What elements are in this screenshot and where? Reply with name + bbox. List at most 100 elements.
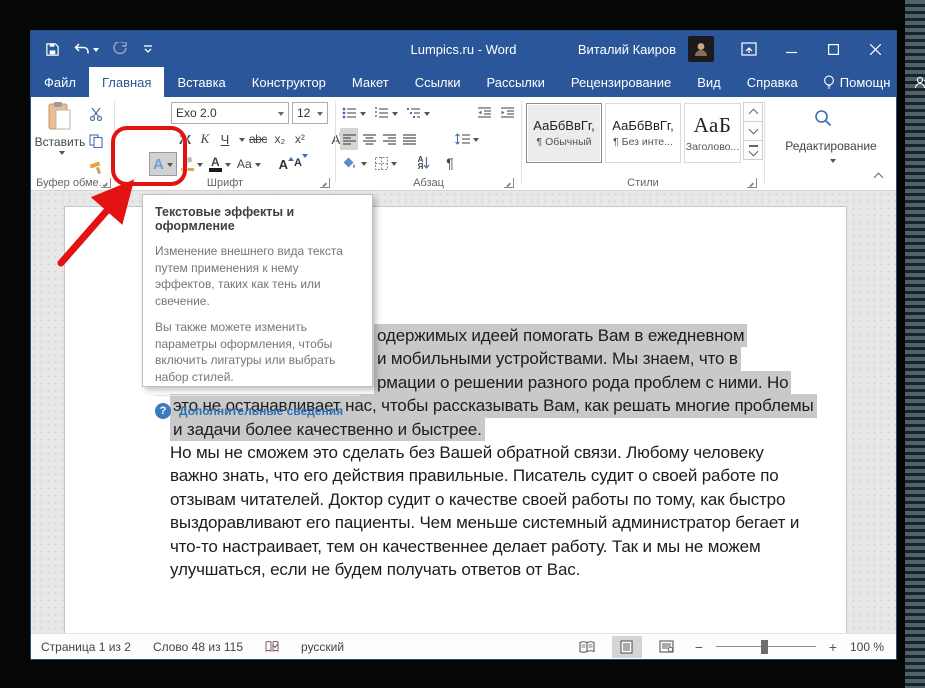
clipboard-dialog-launcher-icon[interactable] <box>101 178 111 188</box>
font-dialog-launcher-icon[interactable] <box>320 178 330 188</box>
tab-home[interactable]: Главная <box>89 67 164 97</box>
collapse-ribbon-button[interactable] <box>875 170 882 184</box>
style-card-normal[interactable]: АаБбВвГг, ¶ Обычный <box>526 103 602 163</box>
page-count-status[interactable]: Страница 1 из 2 <box>41 640 131 654</box>
font-color-dropdown-arrow[interactable] <box>225 163 231 170</box>
language-status[interactable]: русский <box>301 640 344 654</box>
customize-qat-button[interactable] <box>142 44 154 54</box>
zoom-level[interactable]: 100 % <box>850 640 884 654</box>
font-color-button[interactable]: А <box>207 153 233 175</box>
zoom-in-button[interactable]: + <box>826 639 840 655</box>
superscript-button[interactable]: x² <box>291 128 309 150</box>
redo-button[interactable] <box>113 42 128 56</box>
styles-scroll-up-button[interactable] <box>743 102 763 122</box>
align-right-button[interactable] <box>380 128 398 150</box>
document-line[interactable]: одержимых идеей помогать Вам в ежедневно… <box>374 324 747 347</box>
close-button[interactable] <box>854 31 896 67</box>
bullets-button[interactable] <box>340 102 368 124</box>
multilevel-dropdown-arrow[interactable] <box>424 112 430 119</box>
tab-design[interactable]: Конструктор <box>239 67 339 97</box>
paste-dropdown-arrow[interactable] <box>59 151 65 158</box>
font-size-combo[interactable]: 12 <box>292 102 328 124</box>
print-layout-button[interactable] <box>612 636 642 658</box>
shading-button[interactable] <box>340 152 369 174</box>
document-line[interactable]: улучшаться, если не будем получать ответ… <box>170 558 580 581</box>
style-card-no-spacing[interactable]: АаБбВвГг, ¶ Без инте... <box>605 103 681 163</box>
shrink-font-button[interactable]: А <box>294 157 302 172</box>
change-case-dropdown-arrow[interactable] <box>255 163 261 170</box>
numbering-dropdown-arrow[interactable] <box>392 112 398 119</box>
underline-button[interactable]: Ч <box>216 128 234 150</box>
multilevel-list-button[interactable] <box>404 102 432 124</box>
undo-button[interactable] <box>74 43 99 56</box>
align-center-button[interactable] <box>360 128 378 150</box>
tab-layout[interactable]: Макет <box>339 67 402 97</box>
styles-scroll-down-button[interactable] <box>743 121 763 141</box>
account-user-name[interactable]: Виталий Каиров <box>578 42 676 57</box>
font-name-dropdown-arrow[interactable] <box>278 112 284 119</box>
document-line[interactable]: и мобильными устройствами. Мы знаем, что… <box>374 347 741 370</box>
paste-button[interactable]: Вставить <box>37 101 83 175</box>
highlight-color-button[interactable] <box>179 153 205 175</box>
strikethrough-button[interactable]: abc <box>247 128 269 150</box>
sort-button[interactable]: А Я <box>415 152 433 174</box>
numbering-button[interactable] <box>372 102 400 124</box>
paragraph-dialog-launcher-icon[interactable] <box>504 178 514 188</box>
read-mode-button[interactable] <box>572 636 602 658</box>
avatar[interactable] <box>688 36 714 62</box>
font-size-dropdown-arrow[interactable] <box>317 112 323 119</box>
zoom-slider[interactable] <box>716 637 816 657</box>
subscript-button[interactable]: x₂ <box>271 128 289 150</box>
ribbon-display-options-button[interactable] <box>728 31 770 67</box>
editing-dropdown-arrow[interactable] <box>830 159 836 166</box>
line-spacing-dropdown-arrow[interactable] <box>473 138 479 145</box>
document-line[interactable]: отзывам читателей. Доктор судит о качест… <box>170 488 785 511</box>
tab-view[interactable]: Вид <box>684 67 734 97</box>
font-name-combo[interactable]: Exo 2.0 <box>171 102 289 124</box>
format-painter-button[interactable] <box>87 157 105 179</box>
tab-insert[interactable]: Вставка <box>164 67 238 97</box>
align-left-button[interactable] <box>340 128 358 150</box>
cut-button[interactable] <box>87 103 105 125</box>
styles-gallery-more-button[interactable] <box>743 140 763 160</box>
save-button[interactable] <box>45 42 60 57</box>
document-line[interactable]: Но мы не сможем это сделать без Вашей об… <box>170 441 764 464</box>
undo-dropdown-arrow[interactable] <box>93 48 99 55</box>
proofing-status-button[interactable] <box>265 640 279 654</box>
document-line[interactable]: выздоравливают его пациенты. Чем меньше … <box>170 511 799 534</box>
change-case-button[interactable]: Аа <box>235 153 263 175</box>
find-button[interactable] <box>802 102 844 134</box>
zoom-slider-thumb[interactable] <box>761 640 768 654</box>
copy-button[interactable] <box>87 130 105 152</box>
borders-dropdown-arrow[interactable] <box>391 162 397 169</box>
tab-help[interactable]: Справка <box>734 67 811 97</box>
line-spacing-button[interactable] <box>453 128 481 150</box>
tab-file[interactable]: Файл <box>31 67 89 97</box>
text-effects-button[interactable]: А <box>149 152 177 176</box>
bold-button[interactable]: Ж <box>176 128 194 150</box>
zoom-out-button[interactable]: − <box>692 639 706 655</box>
shading-dropdown-arrow[interactable] <box>361 162 367 169</box>
increase-indent-button[interactable] <box>498 102 517 124</box>
document-line[interactable]: что-то настраивает, тем он качественнее … <box>170 535 760 558</box>
borders-button[interactable] <box>373 152 399 174</box>
document-line[interactable]: рмации о решении разного рода проблем с … <box>374 371 791 394</box>
styles-dialog-launcher-icon[interactable] <box>747 178 757 188</box>
minimize-button[interactable] <box>770 31 812 67</box>
web-layout-button[interactable] <box>652 636 682 658</box>
tell-me-more-link[interactable]: ? Дополнительные сведения <box>155 403 360 419</box>
underline-dropdown-arrow[interactable] <box>239 138 245 145</box>
tell-me-button[interactable]: Помощн <box>811 75 903 90</box>
justify-button[interactable] <box>400 128 418 150</box>
tab-review[interactable]: Рецензирование <box>558 67 684 97</box>
style-card-heading1[interactable]: АаБ Заголово... <box>684 103 741 163</box>
share-button[interactable]: Поделиться <box>902 75 925 90</box>
grow-font-button[interactable]: А <box>279 157 288 172</box>
italic-button[interactable]: К <box>196 128 214 150</box>
tab-references[interactable]: Ссылки <box>402 67 474 97</box>
show-formatting-marks-button[interactable]: ¶ <box>441 152 459 174</box>
text-effects-dropdown-arrow[interactable] <box>167 163 173 170</box>
document-line[interactable]: и задачи более качественно и быстрее. <box>170 418 485 441</box>
document-line[interactable]: важно знать, что его действия правильные… <box>170 464 779 487</box>
bullets-dropdown-arrow[interactable] <box>360 112 366 119</box>
